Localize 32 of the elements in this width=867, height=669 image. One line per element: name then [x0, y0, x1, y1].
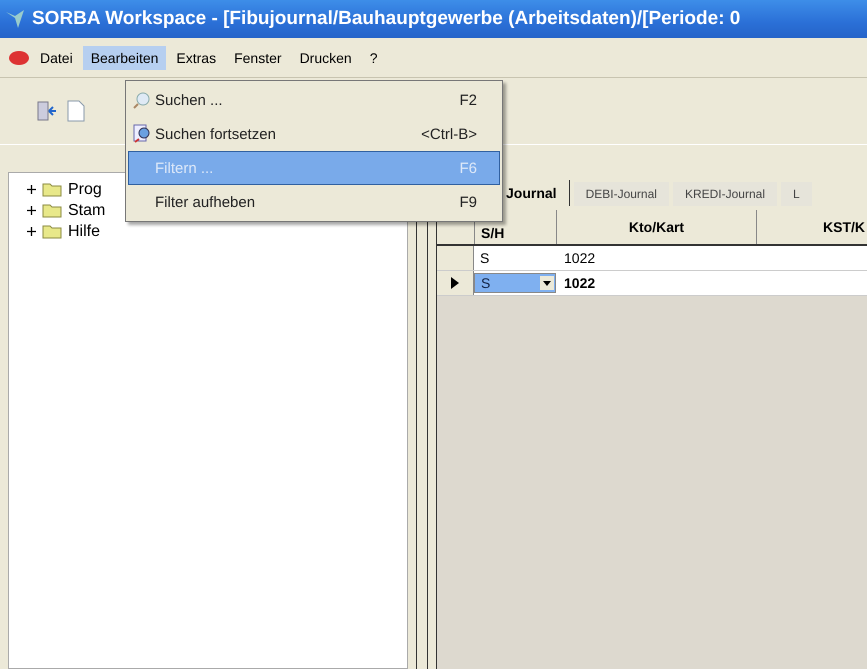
- tab[interactable]: DEBI-Journal: [574, 182, 669, 206]
- window-title: SORBA Workspace - [Fibujournal/Bauhauptgewerbe (Arbeitsdaten)/[Periode: 0: [32, 8, 740, 30]
- menu-option[interactable]: Suchen fortsetzen <Ctrl-B>: [128, 117, 500, 151]
- menu-item[interactable]: Datei: [32, 46, 81, 70]
- column-header[interactable]: KST/K: [757, 210, 865, 244]
- tab[interactable]: L: [780, 182, 812, 206]
- magnifier-icon: [133, 124, 151, 144]
- menu-item[interactable]: Bearbeiten: [82, 46, 166, 70]
- current-row-icon: [451, 277, 459, 289]
- tree-item[interactable]: Stam: [68, 202, 106, 220]
- folder-icon: [42, 224, 62, 239]
- menu-item[interactable]: ?: [362, 46, 386, 70]
- table-cell-text: 1022: [563, 250, 596, 266]
- tree-item[interactable]: Hilfe: [68, 222, 100, 240]
- menu-item[interactable]: Fenster: [226, 46, 290, 70]
- table-cell-text: 1022: [563, 275, 596, 291]
- magnifier-icon: [133, 91, 151, 109]
- exit-door-icon[interactable]: [36, 100, 58, 122]
- table-cell-text: S: [479, 250, 490, 266]
- folder-icon: [42, 182, 62, 197]
- menu-item[interactable]: Drucken: [292, 46, 360, 70]
- tab[interactable]: KREDI-Journal: [672, 182, 777, 206]
- app-badge-icon: [8, 50, 30, 66]
- column-header[interactable]: Kto/Kart: [557, 210, 757, 244]
- folder-icon: [42, 203, 62, 218]
- app-logo-icon: [4, 8, 26, 30]
- tree-item[interactable]: Prog: [68, 180, 102, 198]
- row-header[interactable]: [437, 271, 474, 295]
- new-document-icon[interactable]: [66, 100, 86, 122]
- menu-option[interactable]: Suchen ... F2: [128, 83, 500, 117]
- menu-item[interactable]: Extras: [168, 46, 224, 70]
- dropdown-field[interactable]: S: [474, 273, 556, 293]
